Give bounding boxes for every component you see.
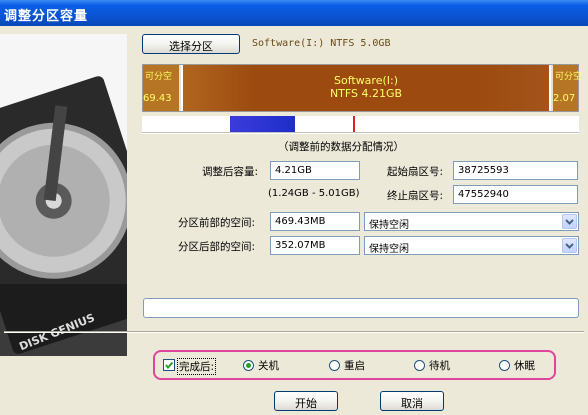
before-space-label: 分区前部的空间:: [178, 217, 256, 229]
dialog-window: 调整分区容量 DISK GENIUS 选择分区 Software(I:) NTF…: [0, 0, 588, 415]
after-space-label: 分区后部的空间:: [178, 241, 256, 253]
after-space-dropdown[interactable]: 保持空闲: [364, 236, 579, 255]
radio-shutdown-label[interactable]: 关机: [258, 358, 279, 373]
new-size-input[interactable]: 4.21GB: [270, 161, 360, 180]
end-sector-label: 终止扇区号:: [387, 190, 444, 202]
finish-checkbox-label[interactable]: 完成后:: [177, 358, 217, 375]
start-sector-label: 起始扇区号:: [387, 166, 444, 178]
before-space-dropdown[interactable]: 保持空闲: [364, 212, 579, 231]
chevron-down-icon[interactable]: [562, 238, 577, 253]
cancel-button[interactable]: 取消: [380, 391, 444, 411]
progress-box: [143, 298, 579, 318]
start-button[interactable]: 开始: [274, 391, 338, 411]
after-space-input[interactable]: 352.07MB: [270, 236, 360, 255]
end-sector-input[interactable]: 47552940: [453, 185, 578, 204]
select-partition-button[interactable]: 选择分区: [142, 34, 240, 54]
usage-bar-fill: [230, 116, 295, 132]
new-size-label: 调整后容量:: [202, 166, 259, 178]
hard-disk-illustration: DISK GENIUS: [0, 34, 127, 356]
free-space-left-block[interactable]: 可分空 69.43: [143, 65, 181, 111]
before-space-input[interactable]: 469.43MB: [270, 212, 360, 231]
free-space-right-label: 可分空: [555, 72, 583, 82]
partition-block-name: Software(I:): [333, 74, 399, 87]
radio-restart[interactable]: [329, 360, 340, 371]
window-title: 调整分区容量: [4, 9, 89, 24]
size-range-text: (1.24GB - 5.01GB): [268, 188, 360, 199]
chevron-down-icon[interactable]: [562, 214, 577, 229]
radio-standby[interactable]: [414, 360, 425, 371]
radio-standby-label[interactable]: 待机: [429, 358, 450, 373]
before-space-selected: 保持空闲: [369, 220, 409, 231]
finish-options-group: 完成后: 关机 重启 待机 休眠: [153, 350, 556, 380]
free-space-left-size: 69.43: [143, 93, 172, 104]
after-space-selected: 保持空闲: [369, 244, 409, 255]
separator-line: [4, 331, 584, 333]
radio-hibernate[interactable]: [499, 360, 510, 371]
partition-block-software[interactable]: Software(I:) NTFS 4.21GB: [183, 65, 549, 111]
start-sector-input[interactable]: 38725593: [453, 161, 578, 180]
free-space-right-size: 2.07: [553, 93, 576, 104]
radio-restart-label[interactable]: 重启: [344, 358, 365, 373]
disk-map: 可分空 69.43 Software(I:) NTFS 4.21GB 可分空 2…: [142, 64, 582, 112]
usage-bar-marker: [353, 116, 355, 132]
radio-shutdown[interactable]: [243, 360, 254, 371]
disk-genius-banner: DISK GENIUS: [0, 34, 127, 356]
title-bar[interactable]: 调整分区容量: [0, 0, 588, 26]
usage-strip: [142, 116, 579, 134]
partition-block-info: NTFS 4.21GB: [329, 87, 403, 100]
free-space-right-block[interactable]: 可分空 2.07: [551, 65, 582, 111]
radio-hibernate-label[interactable]: 休眠: [514, 358, 535, 373]
free-space-left-label: 可分空: [145, 72, 173, 82]
dialog-body: DISK GENIUS 选择分区 Software(I:) NTFS 5.0GB…: [0, 26, 588, 415]
partition-info-text: Software(I:) NTFS 5.0GB: [252, 38, 391, 49]
section-title: （调整前的数据分配情况）: [278, 141, 404, 153]
finish-checkbox[interactable]: [163, 359, 175, 371]
